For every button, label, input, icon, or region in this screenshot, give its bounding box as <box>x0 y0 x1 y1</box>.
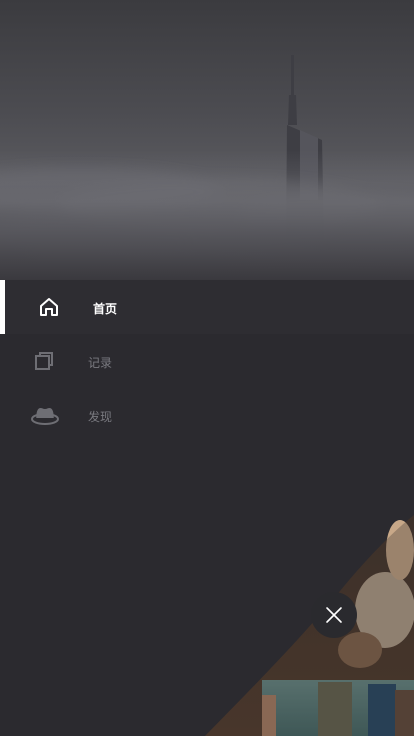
records-icon <box>30 347 58 375</box>
menu-item-label: 首页 <box>93 302 118 316</box>
side-menu: 首页 记录 发现 <box>0 280 414 442</box>
menu-item-label: 发现 <box>88 410 113 424</box>
drawer-screen: 首页 记录 发现 <box>0 0 414 736</box>
hero-image <box>0 0 414 280</box>
skyscraper-fog-illustration <box>0 0 414 280</box>
menu-item-home[interactable]: 首页 <box>0 280 414 334</box>
hat-icon <box>30 401 60 429</box>
menu-item-label: 记录 <box>88 356 113 370</box>
active-indicator <box>0 280 5 334</box>
close-icon <box>326 607 342 623</box>
home-icon <box>35 293 63 321</box>
menu-item-discover[interactable]: 发现 <box>0 388 414 442</box>
close-button[interactable] <box>311 592 357 638</box>
menu-item-records[interactable]: 记录 <box>0 334 414 388</box>
